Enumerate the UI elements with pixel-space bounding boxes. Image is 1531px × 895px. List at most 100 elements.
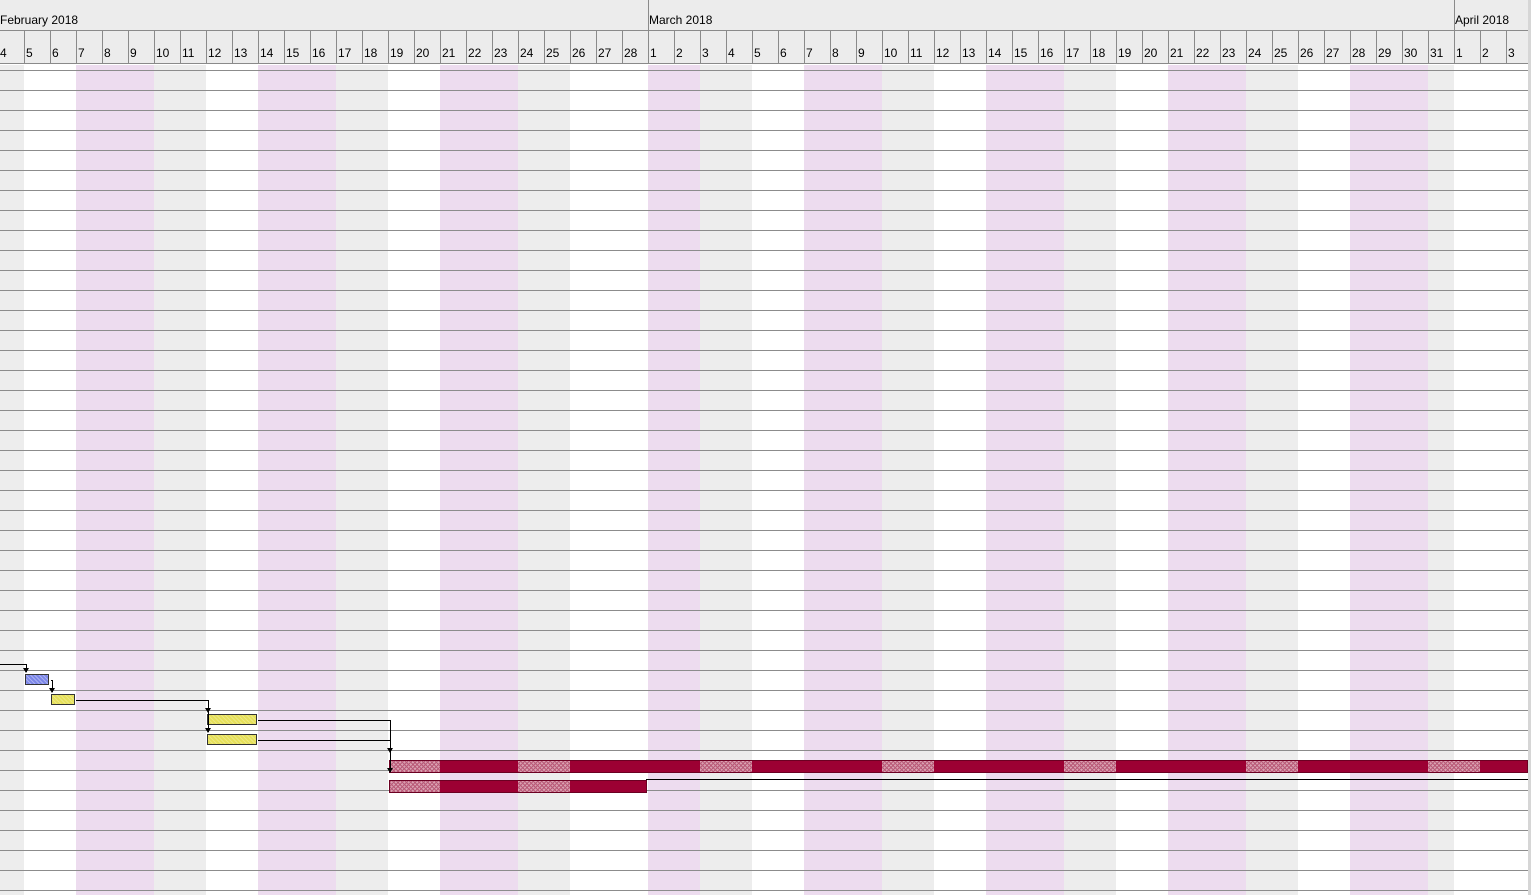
dependency-link bbox=[76, 700, 209, 701]
row-line bbox=[0, 410, 1531, 411]
day-label: 20 bbox=[414, 31, 440, 64]
day-label: 1 bbox=[648, 31, 674, 64]
non-working-day-hatch bbox=[882, 761, 934, 772]
day-label: 21 bbox=[440, 31, 466, 64]
day-label: 17 bbox=[1064, 31, 1090, 64]
day-label: 27 bbox=[596, 31, 622, 64]
month-header bbox=[0, 0, 1531, 31]
day-label: 8 bbox=[102, 31, 128, 64]
day-label: 1 bbox=[1454, 31, 1480, 64]
row-line bbox=[0, 590, 1531, 591]
day-label: 23 bbox=[492, 31, 518, 64]
day-label: 19 bbox=[388, 31, 414, 64]
day-label: 4 bbox=[0, 31, 24, 64]
day-label: 22 bbox=[466, 31, 492, 64]
day-label: 28 bbox=[622, 31, 648, 64]
day-label: 13 bbox=[232, 31, 258, 64]
row-line bbox=[0, 210, 1531, 211]
day-label: 29 bbox=[1376, 31, 1402, 64]
day-label: 24 bbox=[1246, 31, 1272, 64]
day-label: 26 bbox=[1298, 31, 1324, 64]
dependency-arrow-icon bbox=[387, 748, 393, 753]
day-label: 27 bbox=[1324, 31, 1350, 64]
row-line bbox=[0, 550, 1531, 551]
day-label: 2 bbox=[674, 31, 700, 64]
day-label: 23 bbox=[1220, 31, 1246, 64]
row-line bbox=[0, 270, 1531, 271]
row-line bbox=[0, 870, 1531, 871]
non-working-day-hatch bbox=[518, 761, 570, 772]
day-label: 30 bbox=[1402, 31, 1428, 64]
non-working-day-hatch bbox=[518, 781, 570, 792]
day-label: 19 bbox=[1116, 31, 1142, 64]
non-working-day-hatch bbox=[700, 761, 752, 772]
row-line bbox=[0, 850, 1531, 851]
day-label: 18 bbox=[1090, 31, 1116, 64]
day-label: 7 bbox=[804, 31, 830, 64]
month-label: February 2018 bbox=[0, 13, 79, 27]
task-4-bar[interactable] bbox=[207, 734, 257, 745]
day-label: 20 bbox=[1142, 31, 1168, 64]
day-label: 21 bbox=[1168, 31, 1194, 64]
day-label: 16 bbox=[1038, 31, 1064, 64]
dependency-arrow-icon bbox=[49, 688, 55, 693]
row-line bbox=[0, 810, 1531, 811]
row-line bbox=[0, 650, 1531, 651]
row-line bbox=[0, 90, 1531, 91]
day-label: 25 bbox=[544, 31, 570, 64]
row-line bbox=[0, 830, 1531, 831]
task-2-bar[interactable] bbox=[51, 694, 75, 705]
task-5-bar[interactable] bbox=[389, 760, 1528, 773]
dependency-link bbox=[258, 720, 391, 721]
day-label: 31 bbox=[1428, 31, 1454, 64]
row-line bbox=[0, 170, 1531, 171]
day-label: 25 bbox=[1272, 31, 1298, 64]
day-label: 18 bbox=[362, 31, 388, 64]
non-working-day-hatch bbox=[1428, 761, 1480, 772]
row-line bbox=[0, 490, 1531, 491]
dependency-link bbox=[646, 779, 1528, 780]
row-line bbox=[0, 230, 1531, 231]
day-label: 11 bbox=[908, 31, 934, 64]
day-label: 9 bbox=[128, 31, 154, 64]
row-line bbox=[0, 730, 1531, 731]
row-line bbox=[0, 610, 1531, 611]
row-line bbox=[0, 890, 1531, 891]
row-line bbox=[0, 290, 1531, 291]
row-line bbox=[0, 630, 1531, 631]
day-label: 12 bbox=[934, 31, 960, 64]
day-label: 26 bbox=[570, 31, 596, 64]
day-label: 9 bbox=[856, 31, 882, 64]
day-label: 6 bbox=[778, 31, 804, 64]
row-line bbox=[0, 470, 1531, 471]
non-working-day-hatch bbox=[390, 761, 440, 772]
day-label: 12 bbox=[206, 31, 232, 64]
row-line bbox=[0, 330, 1531, 331]
day-label: 5 bbox=[752, 31, 778, 64]
dependency-arrow-icon bbox=[205, 708, 211, 713]
task-3-bar[interactable] bbox=[207, 714, 257, 725]
day-label: 22 bbox=[1194, 31, 1220, 64]
row-line bbox=[0, 430, 1531, 431]
dependency-arrow-icon bbox=[387, 768, 393, 773]
day-label: 16 bbox=[310, 31, 336, 64]
row-line bbox=[0, 390, 1531, 391]
day-label: 8 bbox=[830, 31, 856, 64]
day-label: 6 bbox=[50, 31, 76, 64]
row-line bbox=[0, 510, 1531, 511]
task-1-bar[interactable] bbox=[25, 674, 49, 685]
row-line bbox=[0, 110, 1531, 111]
day-label: 3 bbox=[700, 31, 726, 64]
row-line bbox=[0, 750, 1531, 751]
row-line bbox=[0, 130, 1531, 131]
day-label: 10 bbox=[154, 31, 180, 64]
row-line bbox=[0, 310, 1531, 311]
dependency-link bbox=[0, 664, 27, 665]
dependency-arrow-icon bbox=[205, 728, 211, 733]
row-line bbox=[0, 70, 1531, 71]
row-line bbox=[0, 150, 1531, 151]
day-label: 17 bbox=[336, 31, 362, 64]
task-6-bar[interactable] bbox=[389, 780, 647, 793]
dependency-link bbox=[258, 740, 391, 741]
month-label: March 2018 bbox=[648, 0, 712, 30]
